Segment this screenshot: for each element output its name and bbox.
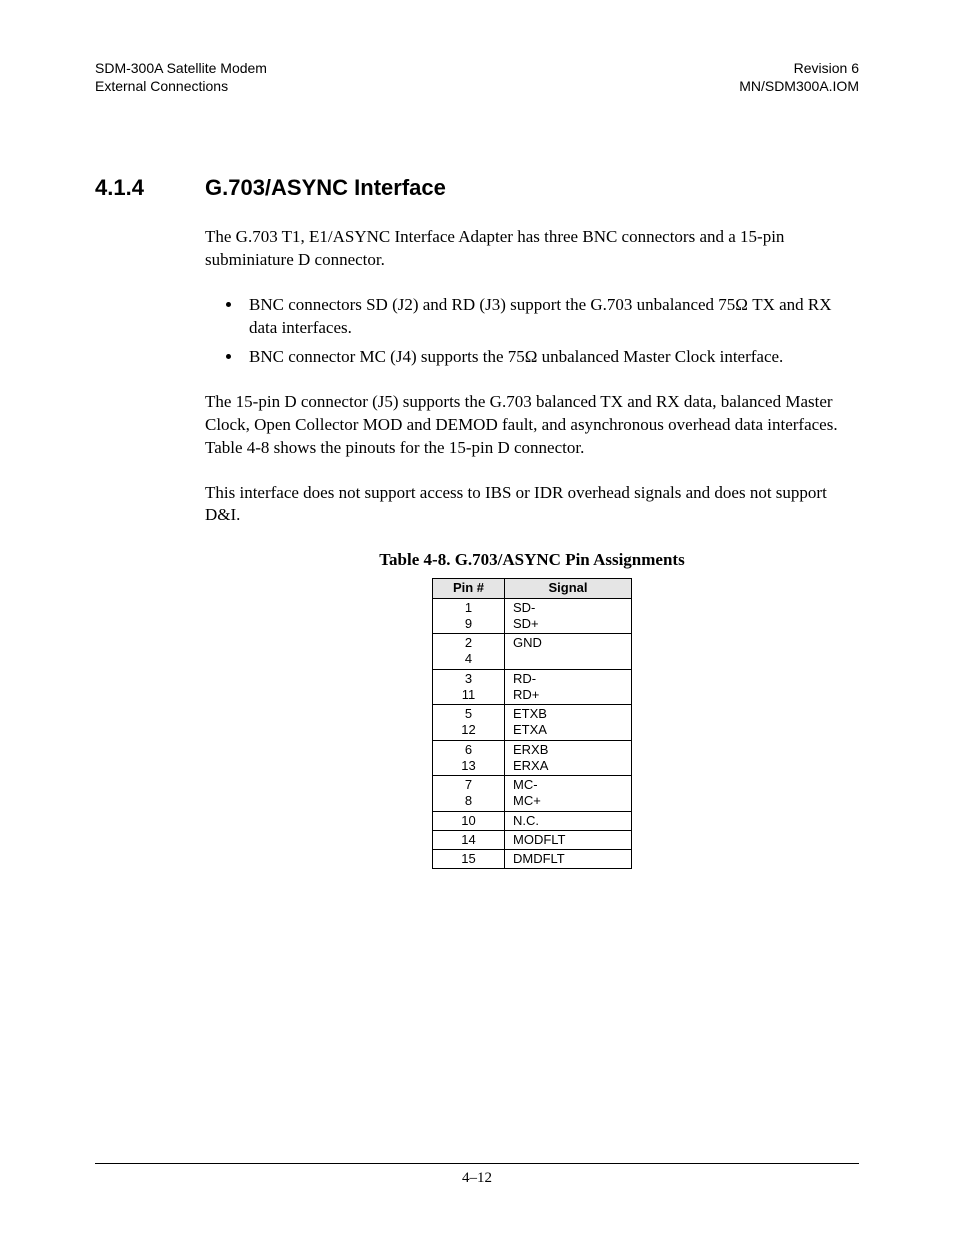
section-number: 4.1.4 — [95, 175, 205, 201]
cell-pin: 6 13 — [433, 740, 505, 776]
cell-pin: 7 8 — [433, 776, 505, 812]
section-title: G.703/ASYNC Interface — [205, 175, 446, 201]
page: SDM-300A Satellite Modem External Connect… — [0, 0, 954, 1235]
pin-assignments-table: Pin # Signal 1 9SD- SD+ 2 4GND 3 11RD- R… — [432, 578, 632, 869]
table-row: 7 8MC- MC+ — [433, 776, 632, 812]
cell-signal: RD- RD+ — [505, 669, 632, 705]
cell-signal: MC- MC+ — [505, 776, 632, 812]
cell-pin: 15 — [433, 850, 505, 869]
table-row: 14MODFLT — [433, 830, 632, 849]
cell-signal: SD- SD+ — [505, 598, 632, 634]
section-heading: 4.1.4 G.703/ASYNC Interface — [95, 175, 859, 201]
bullet-list: BNC connectors SD (J2) and RD (J3) suppo… — [205, 294, 859, 369]
header-left-line2: External Connections — [95, 78, 228, 94]
cell-signal: GND — [505, 634, 632, 670]
table-header-signal: Signal — [505, 579, 632, 598]
page-number: 4–12 — [462, 1170, 492, 1186]
table-row: 5 12ETXB ETXA — [433, 705, 632, 741]
table-row: 6 13ERXB ERXA — [433, 740, 632, 776]
header-right: Revision 6 MN/SDM300A.IOM — [739, 60, 859, 95]
cell-signal: ETXB ETXA — [505, 705, 632, 741]
table-row: 1 9SD- SD+ — [433, 598, 632, 634]
cell-pin: 14 — [433, 830, 505, 849]
header-left: SDM-300A Satellite Modem External Connect… — [95, 60, 267, 95]
table-row: 2 4GND — [433, 634, 632, 670]
cell-pin: 10 — [433, 811, 505, 830]
table-row: 3 11RD- RD+ — [433, 669, 632, 705]
cell-signal: N.C. — [505, 811, 632, 830]
cell-signal: ERXB ERXA — [505, 740, 632, 776]
intro-paragraph: The G.703 T1, E1/ASYNC Interface Adapter… — [205, 226, 859, 272]
cell-signal: DMDFLT — [505, 850, 632, 869]
cell-pin: 3 11 — [433, 669, 505, 705]
cell-pin: 2 4 — [433, 634, 505, 670]
page-header: SDM-300A Satellite Modem External Connect… — [95, 60, 859, 95]
cell-signal: MODFLT — [505, 830, 632, 849]
bullet-item: BNC connectors SD (J2) and RD (J3) suppo… — [243, 294, 859, 340]
table-header-pin: Pin # — [433, 579, 505, 598]
table-row: 10N.C. — [433, 811, 632, 830]
table-caption: Table 4-8. G.703/ASYNC Pin Assignments — [205, 549, 859, 572]
paragraph-2: The 15-pin D connector (J5) supports the… — [205, 391, 859, 460]
cell-pin: 5 12 — [433, 705, 505, 741]
page-footer: 4–12 — [95, 1163, 859, 1187]
bullet-item: BNC connector MC (J4) supports the 75Ω u… — [243, 346, 859, 369]
section-body: The G.703 T1, E1/ASYNC Interface Adapter… — [205, 226, 859, 869]
table-row: 15DMDFLT — [433, 850, 632, 869]
header-left-line1: SDM-300A Satellite Modem — [95, 60, 267, 76]
header-right-line2: MN/SDM300A.IOM — [739, 78, 859, 94]
paragraph-3: This interface does not support access t… — [205, 482, 859, 528]
header-right-line1: Revision 6 — [794, 60, 859, 76]
cell-pin: 1 9 — [433, 598, 505, 634]
